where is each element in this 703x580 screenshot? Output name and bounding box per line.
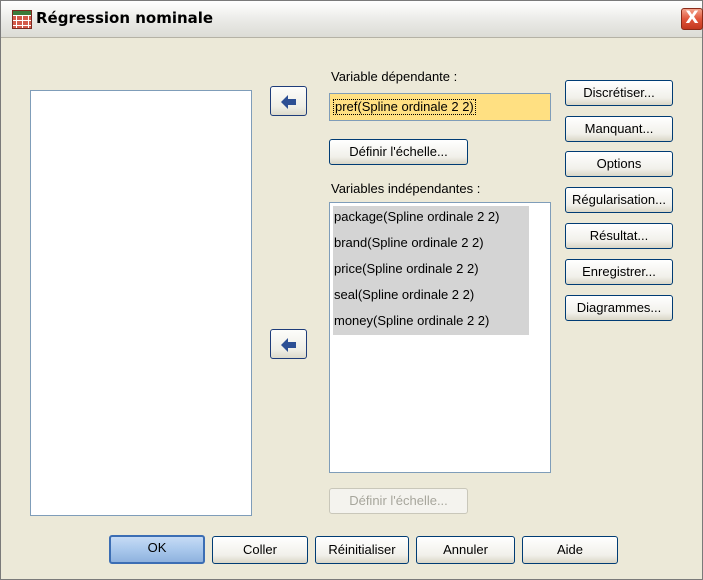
cancel-button[interactable]: Annuler <box>416 536 515 564</box>
window-title: Régression nominale <box>36 9 214 27</box>
title-bar[interactable]: Régression nominale X <box>1 1 703 38</box>
list-item[interactable]: package(Spline ordinale 2 2) <box>334 206 500 228</box>
list-item[interactable]: money(Spline ordinale 2 2) <box>334 310 489 332</box>
dependent-variable-field[interactable]: pref(Spline ordinale 2 2) <box>329 93 551 121</box>
move-left-arrow-icon <box>281 95 296 109</box>
close-button[interactable]: X <box>681 8 703 30</box>
dependent-variable-value: pref(Spline ordinale 2 2) <box>333 99 476 115</box>
define-scale-dependent-button[interactable]: Définir l'échelle... <box>329 139 468 165</box>
output-button[interactable]: Résultat... <box>565 223 673 249</box>
reset-button[interactable]: Réinitialiser <box>315 536 409 564</box>
ok-button[interactable]: OK <box>109 535 205 564</box>
source-variable-list[interactable] <box>30 90 252 516</box>
paste-button[interactable]: Coller <box>212 536 308 564</box>
table-icon <box>12 10 32 29</box>
move-to-independent-button[interactable] <box>270 329 307 359</box>
list-item[interactable]: price(Spline ordinale 2 2) <box>334 258 479 280</box>
dependent-label: Variable dépendante : <box>331 69 458 84</box>
dialog-window: Régression nominale X Variable dépendant… <box>0 0 703 580</box>
move-to-dependent-button[interactable] <box>270 86 307 116</box>
plots-button[interactable]: Diagrammes... <box>565 295 673 321</box>
help-button[interactable]: Aide <box>522 536 618 564</box>
define-scale-independent-button[interactable]: Définir l'échelle... <box>329 488 468 514</box>
move-left-arrow-icon <box>281 338 296 352</box>
independent-variable-list[interactable]: package(Spline ordinale 2 2) brand(Splin… <box>329 202 551 473</box>
discretize-button[interactable]: Discrétiser... <box>565 80 673 106</box>
save-button[interactable]: Enregistrer... <box>565 259 673 285</box>
missing-button[interactable]: Manquant... <box>565 116 673 142</box>
list-item[interactable]: seal(Spline ordinale 2 2) <box>334 284 474 306</box>
options-button[interactable]: Options <box>565 151 673 177</box>
regularization-button[interactable]: Régularisation... <box>565 187 673 213</box>
list-item[interactable]: brand(Spline ordinale 2 2) <box>334 232 484 254</box>
independent-label: Variables indépendantes : <box>331 181 481 196</box>
